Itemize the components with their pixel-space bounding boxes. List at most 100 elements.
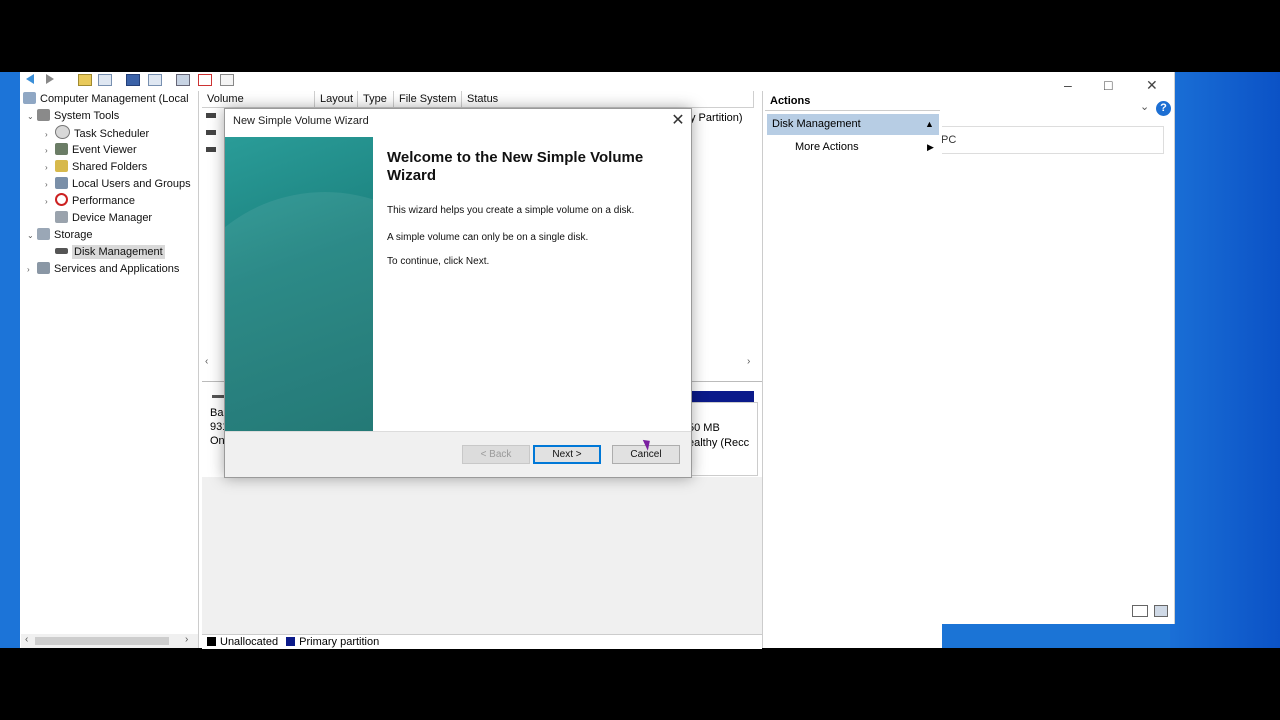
connect-icon[interactable] — [176, 74, 190, 86]
expander-icon[interactable]: › — [45, 176, 55, 193]
tree-item-performance[interactable]: › Performance — [45, 193, 135, 210]
properties-icon[interactable] — [126, 74, 140, 86]
back-button[interactable]: < Back — [462, 445, 530, 464]
scroll-left-icon[interactable]: ‹ — [25, 634, 28, 645]
scroll-right-icon[interactable]: › — [185, 634, 188, 645]
column-label: Volume — [207, 93, 244, 105]
actions-section-label: Disk Management — [772, 118, 861, 130]
tree-item-task-scheduler[interactable]: › Task Scheduler — [45, 125, 149, 142]
new-simple-volume-wizard-dialog: New Simple Volume Wizard ✕ Welcome to th… — [224, 108, 692, 478]
tree-item-services-applications[interactable]: › Services and Applications — [27, 261, 179, 278]
help-pane-icon[interactable] — [148, 74, 162, 86]
tree-item-label: Device Manager — [72, 212, 153, 224]
tree-horizontal-scrollbar[interactable]: ‹ › — [21, 634, 198, 648]
scroll-right-icon[interactable]: › — [747, 356, 750, 367]
tree-item-label: System Tools — [54, 110, 120, 122]
tree-item-event-viewer[interactable]: › Event Viewer — [45, 142, 137, 159]
expander-icon[interactable]: › — [45, 142, 55, 159]
event-viewer-icon — [55, 143, 68, 155]
wizard-paragraph-3: To continue, click Next. — [387, 256, 490, 267]
column-header-file-system[interactable]: File System — [394, 91, 462, 108]
maximize-icon[interactable]: □ — [1104, 77, 1112, 93]
expander-icon[interactable]: › — [45, 126, 55, 143]
more-actions-item[interactable]: More Actions ▶ — [795, 138, 935, 156]
tree-item-computer-management[interactable]: Computer Management (Local — [23, 91, 189, 108]
tree-item-label: Computer Management (Local — [40, 93, 189, 105]
scroll-left-icon[interactable]: ‹ — [205, 356, 208, 367]
dialog-footer: < Back Next > Cancel — [225, 432, 691, 477]
address-text: PC — [941, 134, 957, 146]
submenu-arrow-icon: ▶ — [927, 142, 934, 152]
close-icon[interactable]: ✕ — [1146, 77, 1158, 94]
tree-item-label: Event Viewer — [72, 144, 137, 156]
tree-item-local-users-groups[interactable]: › Local Users and Groups — [45, 176, 191, 193]
close-icon[interactable]: ✕ — [669, 111, 687, 131]
view-icon[interactable] — [220, 74, 234, 86]
collapse-up-icon[interactable]: ▲ — [925, 114, 934, 135]
desktop-glow — [1170, 72, 1280, 648]
tree-item-label: Local Users and Groups — [72, 178, 191, 190]
wizard-paragraph-1: This wizard helps you create a simple vo… — [387, 205, 635, 216]
show-hide-tree-icon[interactable] — [98, 74, 112, 86]
volume-row-icon — [206, 130, 216, 135]
expander-icon[interactable]: ⌄ — [27, 108, 37, 125]
expander-icon[interactable]: › — [45, 193, 55, 210]
help-icon[interactable]: ? — [1156, 101, 1171, 116]
tools-icon — [37, 109, 50, 121]
next-button[interactable]: Next > — [533, 445, 601, 464]
computer-icon — [23, 92, 36, 104]
minimize-icon[interactable]: – — [1064, 77, 1072, 93]
volume-row-icon — [206, 113, 216, 118]
disk-icon — [212, 395, 224, 398]
actions-pane: Actions Disk Management ▲ More Actions ▶ — [765, 91, 942, 648]
column-label: Type — [363, 93, 387, 105]
tree-item-disk-management[interactable]: Disk Management — [45, 244, 165, 261]
column-header-type[interactable]: Type — [358, 91, 394, 108]
details-view-icon[interactable] — [1132, 605, 1148, 617]
expander-icon[interactable]: › — [27, 261, 37, 278]
legend-unallocated: Unallocated — [220, 636, 279, 648]
volume-status-text: y Partition) — [690, 112, 743, 124]
more-actions-label: More Actions — [795, 141, 859, 153]
services-icon — [37, 262, 50, 274]
disk-icon — [55, 248, 68, 254]
tree-item-shared-folders[interactable]: › Shared Folders — [45, 159, 147, 176]
volume-row-icon — [206, 147, 216, 152]
column-header-layout[interactable]: Layout — [315, 91, 358, 108]
tree-item-label: Performance — [72, 195, 135, 207]
partition-status: ealthy (Recc — [688, 437, 750, 449]
shared-folder-icon — [55, 160, 68, 172]
navigation-tree: Computer Management (Local ⌄ System Tools… — [21, 91, 199, 648]
chevron-down-icon[interactable]: ⌄ — [1140, 100, 1149, 113]
primary-partition-swatch — [286, 637, 296, 646]
up-folder-icon[interactable] — [78, 74, 92, 86]
column-label: Status — [467, 93, 499, 105]
actions-section-disk-management[interactable]: Disk Management ▲ — [767, 114, 939, 135]
tiles-view-icon[interactable] — [1154, 605, 1168, 617]
column-header-volume[interactable]: Volume — [202, 91, 315, 108]
tree-item-system-tools[interactable]: ⌄ System Tools — [27, 108, 119, 125]
device-manager-icon — [55, 211, 68, 223]
scrollbar-thumb[interactable] — [35, 637, 169, 645]
clock-icon — [55, 125, 70, 139]
back-arrow-icon[interactable] — [26, 74, 34, 84]
disk-empty-area — [202, 477, 762, 634]
tree-item-label: Task Scheduler — [74, 128, 150, 140]
unallocated-swatch — [207, 637, 216, 646]
tree-item-device-manager[interactable]: Device Manager — [45, 210, 152, 227]
partition-legend: Unallocated Primary partition — [202, 634, 762, 649]
wizard-heading: Welcome to the New Simple Volume Wizard — [387, 149, 644, 184]
wizard-banner-image — [225, 137, 373, 431]
column-label: Layout — [320, 93, 354, 105]
banner-arc — [225, 192, 373, 431]
check-icon[interactable] — [198, 74, 212, 86]
expander-icon[interactable]: › — [45, 159, 55, 176]
forward-arrow-icon[interactable] — [46, 74, 54, 84]
column-header-status[interactable]: Status — [462, 91, 754, 108]
address-bar[interactable]: PC — [940, 126, 1164, 154]
expander-icon[interactable]: ⌄ — [27, 227, 37, 244]
tree-item-label: Shared Folders — [72, 161, 148, 173]
tree-item-storage[interactable]: ⌄ Storage — [27, 227, 93, 244]
wizard-paragraph-2: A simple volume can only be on a single … — [387, 232, 589, 243]
partition-bar[interactable] — [690, 391, 754, 402]
